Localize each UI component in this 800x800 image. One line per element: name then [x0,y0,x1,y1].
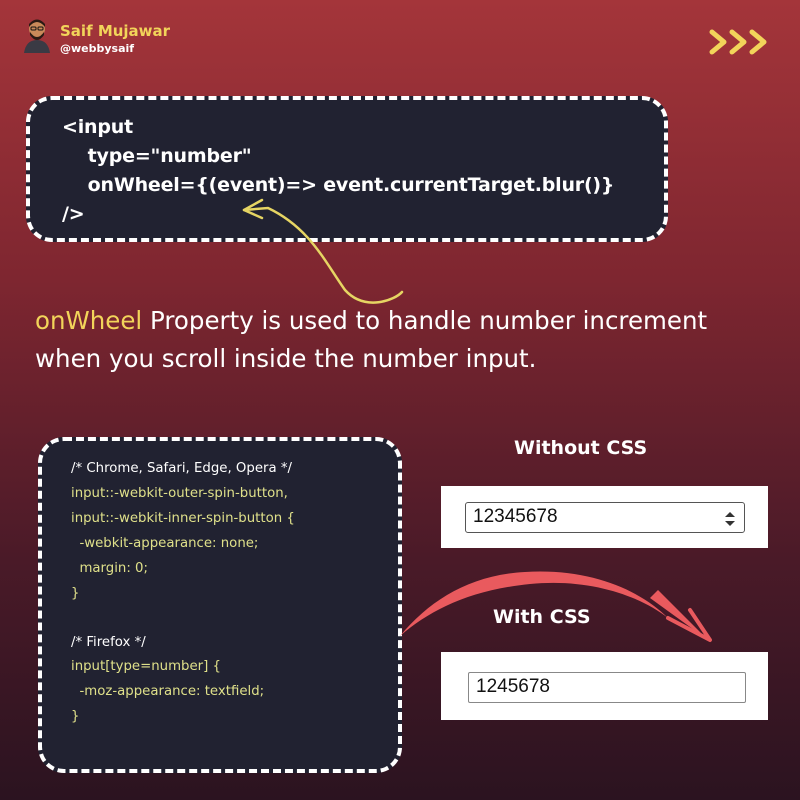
code-line: /* Chrome, Safari, Edge, Opera */ [71,461,292,476]
number-input-styled[interactable]: 1245678 [468,672,746,703]
code-line: /* Firefox */ [71,635,146,650]
code-line: margin: 0; [71,561,148,576]
code-line: type="number" [62,145,252,167]
number-input-value: 12345678 [473,506,558,527]
code-line: onWheel={(event)=> event.currentTarget.b… [62,174,615,196]
avatar-icon [24,19,50,53]
code-line: -moz-appearance: textfield; [71,684,265,699]
code-line: <input [62,116,133,138]
author-name: Saif Mujawar [60,22,171,40]
description: onWheel Property is used to handle numbe… [35,302,775,378]
code-line: input[type=number] { [71,659,222,674]
code-line: input::-webkit-inner-spin-button { [71,511,295,526]
code-line: -webkit-appearance: none; [71,536,259,551]
author-handle: @webbysaif [60,42,135,55]
number-input-value: 1245678 [476,676,550,697]
spin-button-icon[interactable] [724,510,736,528]
description-highlight: onWheel [35,306,143,335]
without-css-panel: 12345678 [441,486,768,548]
without-css-label: Without CSS [514,437,648,459]
with-css-panel: 1245678 [441,652,768,720]
code-line: /> [62,203,85,225]
code-line: } [71,586,80,601]
with-css-label: With CSS [493,606,591,628]
number-input-default[interactable]: 12345678 [465,502,745,533]
css-code-block: /* Chrome, Safari, Edge, Opera */ input:… [38,437,402,773]
next-arrows-icon[interactable] [708,28,772,56]
jsx-code-block: <input type="number" onWheel={(event)=> … [26,96,668,242]
code-line: } [71,709,80,724]
code-line: input::-webkit-outer-spin-button, [71,486,288,501]
